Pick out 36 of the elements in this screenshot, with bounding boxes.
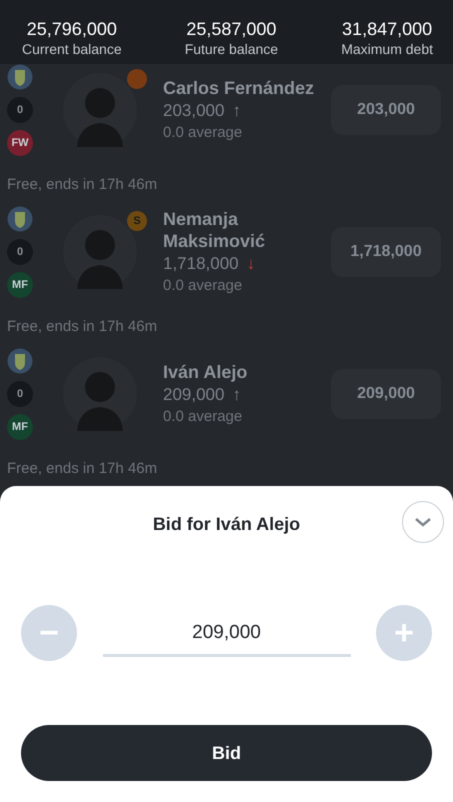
- player-value-button[interactable]: 1,718,000: [331, 227, 441, 277]
- player-name: Iván Alejo: [163, 361, 248, 383]
- status-text: Free, ends in 17h 46m: [7, 317, 158, 337]
- balance-label: Future balance: [184, 40, 278, 58]
- sheet-title: Bid for Iván Alejo: [152, 513, 300, 535]
- player-name: Nemanja Maksimović: [163, 208, 266, 252]
- balance-value: 25,587,000: [186, 18, 276, 40]
- player-price: 203,000 ↑: [163, 100, 242, 122]
- chevron-down-icon: [414, 516, 432, 528]
- status-text: Free, ends in 17h 46m: [7, 175, 158, 195]
- status-text: Free, ends in 17h 46m: [7, 459, 158, 479]
- balance-label: Maximum debt: [341, 40, 433, 58]
- points-badge: 0: [7, 239, 33, 265]
- status-badge: S: [127, 211, 147, 231]
- points-badge: 0: [7, 97, 33, 123]
- position-badge: FW: [7, 130, 33, 156]
- team-crest-icon: [7, 348, 33, 374]
- position-badge: MF: [7, 414, 33, 440]
- balance-label: Current balance: [22, 40, 122, 58]
- player-value-button[interactable]: 203,000: [331, 85, 441, 135]
- position-badge: MF: [7, 272, 33, 298]
- player-price: 209,000 ↑: [163, 384, 242, 406]
- average-points: 0.0 average: [163, 407, 244, 427]
- balance-value: 25,796,000: [26, 18, 117, 40]
- player-name: Carlos Fernández: [163, 77, 316, 99]
- average-points: 0.0 average: [163, 276, 244, 296]
- team-crest-icon: [7, 64, 33, 90]
- team-crest-icon: [7, 206, 33, 232]
- points-badge: 0: [7, 381, 33, 407]
- player-price: 1,718,000 ↓: [163, 253, 256, 275]
- balance-value: 31,847,000: [342, 18, 432, 40]
- submit-bid-button[interactable]: Bid: [21, 725, 432, 781]
- average-points: 0.0 average: [163, 123, 244, 143]
- player-value-button[interactable]: 209,000: [331, 369, 441, 419]
- bid-amount-field[interactable]: 209,000: [102, 616, 350, 656]
- collapse-button[interactable]: [402, 501, 444, 543]
